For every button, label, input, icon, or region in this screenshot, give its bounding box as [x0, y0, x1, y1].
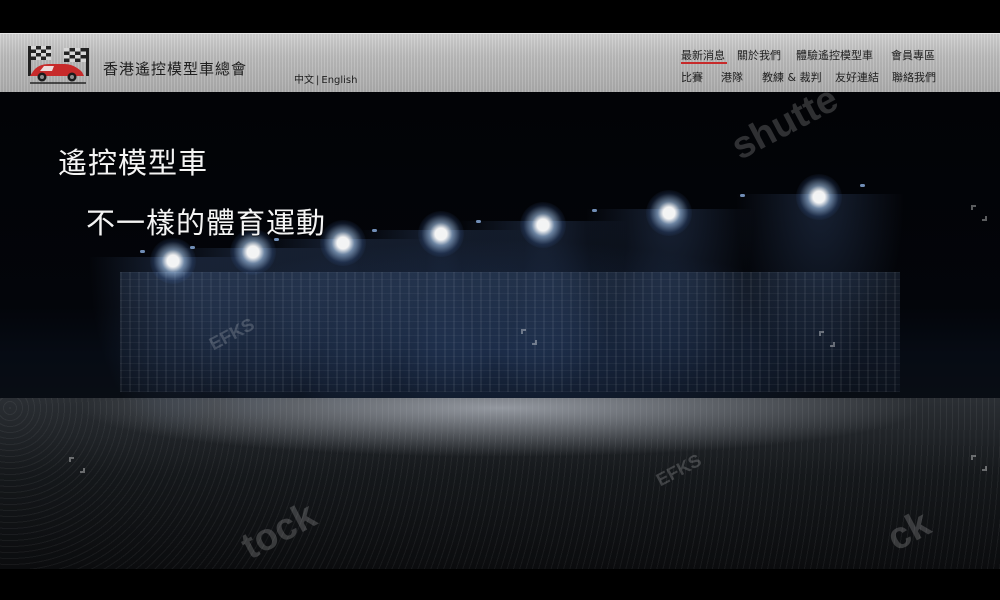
spotlight-icon [520, 202, 566, 248]
rail-dot [860, 184, 865, 187]
nav-item-latest-news[interactable]: 最新消息 [681, 47, 725, 63]
active-nav-underline [681, 62, 727, 64]
nav-item-competition[interactable]: 比賽 [681, 69, 703, 85]
language-en-link[interactable]: English [321, 75, 357, 86]
organization-name: 香港遙控模型車總會 [103, 60, 248, 78]
watermark-bracket-icon [971, 205, 987, 221]
site-header: 香港遙控模型車總會 中文 | English 最新消息 關於我們 體驗遙控模型車 會… [0, 33, 1000, 93]
nav-item-coaches-referees[interactable]: 教練 & 裁判 [762, 69, 822, 85]
nav-item-members-area[interactable]: 會員專區 [891, 47, 935, 63]
hero-banner: 遙控模型車 不一樣的體育運動 shutte EFKS EFKS tock ck [0, 92, 1000, 569]
rail-dot [476, 220, 481, 223]
nav-item-friendly-links[interactable]: 友好連結 [835, 69, 879, 85]
rail-dot [140, 250, 145, 253]
rail-dot [372, 229, 377, 232]
rail-dot [190, 246, 195, 249]
spotlight-icon [150, 238, 196, 284]
language-switcher: 中文 | English [294, 71, 357, 86]
language-separator: | [316, 75, 320, 86]
rail-dot [740, 194, 745, 197]
nav-item-experience-rc[interactable]: 體驗遙控模型車 [796, 47, 873, 63]
spotlight-icon [320, 220, 366, 266]
spotlight-icon [418, 211, 464, 257]
light-beam [585, 209, 755, 389]
rail-dot [592, 209, 597, 212]
nav-item-hk-team[interactable]: 港隊 [721, 69, 743, 85]
checkered-flag-car-logo-icon [28, 46, 89, 84]
watermark-bracket-icon [69, 457, 85, 473]
page: 香港遙控模型車總會 中文 | English 最新消息 關於我們 體驗遙控模型車 會… [0, 0, 1000, 600]
spotlight-icon [646, 190, 692, 236]
nav-item-about-us[interactable]: 關於我們 [737, 47, 781, 63]
nav-item-contact-us[interactable]: 聯絡我們 [892, 69, 936, 85]
logo[interactable] [24, 42, 92, 86]
watermark-bracket-icon [819, 331, 835, 347]
watermark-bracket-icon [971, 455, 987, 471]
hero-subtitle: 不一樣的體育運動 [86, 206, 327, 240]
hero-title: 遙控模型車 [58, 146, 209, 180]
language-zh-link[interactable]: 中文 [294, 75, 314, 86]
spotlight-icon [796, 174, 842, 220]
watermark-bracket-icon [521, 329, 537, 345]
